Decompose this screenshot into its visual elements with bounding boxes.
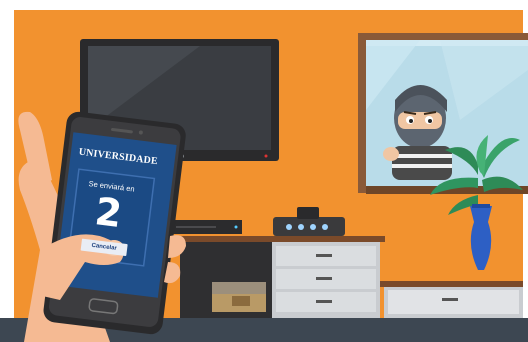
phone-screen: UNIVERSIDADE Se enviará en 2 Cancelar: [54, 137, 169, 278]
media-cabinet: [177, 236, 385, 318]
dvd-player: [172, 220, 242, 234]
left-margin: [0, 0, 14, 342]
side-table: [380, 281, 523, 318]
send-countdown-dialog: Se enviará en 2 Cancelar: [66, 171, 150, 264]
top-margin: [0, 0, 528, 10]
cancel-button[interactable]: Cancelar: [80, 238, 128, 257]
scene-illustration: UNIVERSIDADE Se enviará en 2 Cancelar: [0, 0, 528, 342]
app-title: UNIVERSIDADE: [78, 146, 159, 168]
countdown-number: 2: [92, 189, 125, 237]
